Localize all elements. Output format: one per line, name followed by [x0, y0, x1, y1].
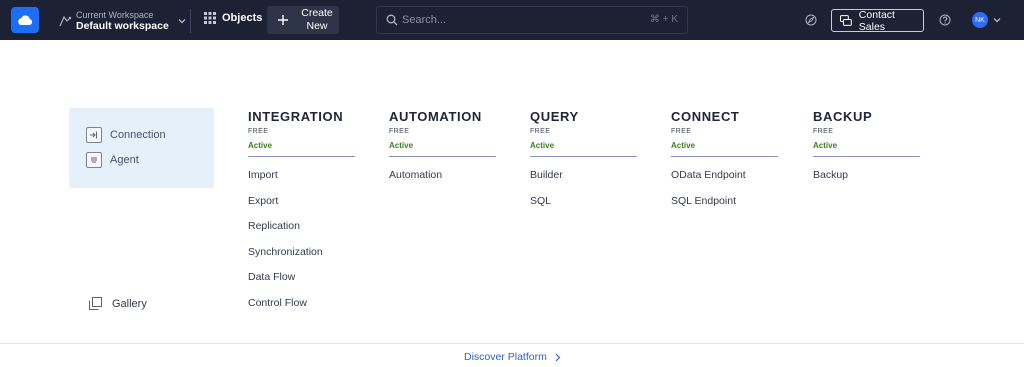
chevron-right-icon — [555, 353, 561, 361]
product-column-integration: INTEGRATION FREE Active Import Export Re… — [248, 109, 355, 323]
menu-item-automation[interactable]: Automation — [389, 169, 496, 195]
status-badge: Active — [248, 141, 273, 150]
gallery-link[interactable]: Gallery — [89, 297, 147, 310]
sidebar-item-label: Connection — [110, 129, 166, 141]
product-column-connect: CONNECT FREE Active OData Endpoint SQL E… — [671, 109, 778, 220]
agent-icon — [86, 152, 102, 168]
plan-label: FREE — [389, 128, 410, 135]
search-icon — [386, 14, 398, 26]
sidebar-panel: Connection Agent — [69, 108, 214, 188]
cloud-icon — [18, 15, 33, 25]
plan-label: FREE — [248, 128, 269, 135]
connection-icon — [86, 127, 102, 143]
menu-item-builder[interactable]: Builder — [530, 169, 637, 195]
product-column-automation: AUTOMATION FREE Active Automation — [389, 109, 496, 195]
menu-item-export[interactable]: Export — [248, 195, 355, 221]
status-badge: Active — [671, 141, 696, 150]
plan-label: FREE — [813, 128, 834, 135]
menu-item-sql-endpoint[interactable]: SQL Endpoint — [671, 195, 778, 221]
divider — [671, 156, 778, 157]
divider — [530, 156, 637, 157]
contact-sales-label: Contact Sales — [858, 8, 895, 33]
create-new-label: Create New — [301, 7, 333, 32]
search-input[interactable] — [402, 14, 632, 26]
search-shortcut: ⌘ + K — [649, 14, 678, 25]
menu-item-import[interactable]: Import — [248, 169, 355, 195]
avatar[interactable]: NK — [972, 12, 988, 28]
product-title: CONNECT — [671, 109, 740, 124]
status-badge: Active — [813, 141, 838, 150]
discover-platform-link[interactable]: Discover Platform — [464, 351, 561, 363]
objects-button[interactable]: Objects — [204, 12, 262, 24]
menu-item-replication[interactable]: Replication — [248, 220, 355, 246]
divider — [389, 156, 496, 157]
product-title: BACKUP — [813, 109, 873, 124]
chat-icon — [840, 14, 852, 26]
create-new-button[interactable]: Create New — [267, 6, 339, 34]
gallery-icon — [89, 297, 102, 310]
workspace-icon — [59, 15, 72, 27]
header-divider — [190, 9, 191, 33]
product-column-query: QUERY FREE Active Builder SQL — [530, 109, 637, 220]
sidebar-item-label: Agent — [110, 154, 139, 166]
chevron-down-icon[interactable] — [993, 17, 1001, 23]
footer-divider — [0, 343, 1024, 344]
help-icon[interactable] — [939, 14, 951, 26]
plan-label: FREE — [530, 128, 551, 135]
product-column-backup: BACKUP FREE Active Backup — [813, 109, 920, 195]
search-box[interactable]: ⌘ + K — [376, 6, 688, 34]
gallery-label: Gallery — [112, 297, 147, 310]
discover-platform-label: Discover Platform — [464, 351, 547, 363]
workspace-selector[interactable]: Current Workspace Default workspace — [58, 8, 186, 34]
sidebar-item-connection[interactable]: Connection — [86, 127, 166, 143]
divider — [248, 156, 355, 157]
compass-icon[interactable] — [805, 14, 817, 26]
top-bar: Current Workspace Default workspace Obje… — [0, 0, 1024, 40]
chevron-down-icon — [178, 19, 186, 24]
plan-label: FREE — [671, 128, 692, 135]
status-badge: Active — [530, 141, 555, 150]
product-title: QUERY — [530, 109, 579, 124]
product-title: INTEGRATION — [248, 109, 344, 124]
workspace-name: Default workspace — [76, 20, 169, 32]
app-logo[interactable] — [11, 7, 39, 33]
divider — [813, 156, 920, 157]
objects-label: Objects — [222, 12, 263, 24]
status-badge: Active — [389, 141, 414, 150]
menu-item-synchronization[interactable]: Synchronization — [248, 246, 355, 272]
menu-item-backup[interactable]: Backup — [813, 169, 920, 195]
product-title: AUTOMATION — [389, 109, 482, 124]
menu-item-sql[interactable]: SQL — [530, 195, 637, 221]
sidebar-item-agent[interactable]: Agent — [86, 152, 139, 168]
grid-icon — [204, 12, 216, 24]
menu-item-odata-endpoint[interactable]: OData Endpoint — [671, 169, 778, 195]
plus-icon — [278, 15, 288, 25]
contact-sales-button[interactable]: Contact Sales — [831, 8, 924, 33]
menu-item-data-flow[interactable]: Data Flow — [248, 271, 355, 297]
menu-item-control-flow[interactable]: Control Flow — [248, 297, 355, 323]
